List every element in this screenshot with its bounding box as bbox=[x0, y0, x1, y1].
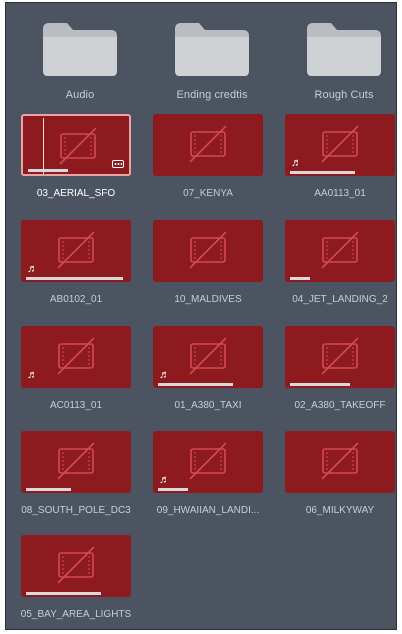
music-note-icon: ♬ bbox=[291, 157, 302, 169]
film-offline-icon bbox=[57, 442, 95, 480]
progress-bar bbox=[290, 277, 390, 280]
clip-label: 09_HWAIIAN_LANDI... bbox=[156, 505, 260, 516]
progress-bar bbox=[26, 592, 126, 595]
clip-item-09-hwaiian-landi[interactable]: ♬ 09_HWAIIAN_LANDI... bbox=[151, 431, 269, 521]
progress-bar bbox=[290, 383, 390, 386]
clip-item-06-milkyway[interactable]: 06_MILKYWAY bbox=[283, 431, 396, 521]
clip-item-03-aerial-sfo[interactable]: 03_AERIAL_SFO bbox=[19, 114, 137, 204]
clip-label: 01_A380_TAXI bbox=[174, 400, 242, 411]
progress-fill bbox=[26, 488, 71, 491]
clip-label: 07_KENYA bbox=[183, 188, 233, 199]
clip-label: AA0113_01 bbox=[314, 188, 366, 199]
folder-ending-credits[interactable]: Ending credtis bbox=[153, 11, 271, 101]
clip-thumbnail[interactable]: ♬ bbox=[285, 114, 395, 176]
progress-fill bbox=[158, 383, 233, 386]
clip-thumbnail[interactable] bbox=[21, 431, 131, 493]
clip-thumbnail[interactable] bbox=[285, 431, 395, 493]
progress-bar bbox=[26, 488, 126, 491]
film-offline-icon bbox=[321, 442, 359, 480]
progress-fill bbox=[26, 277, 123, 280]
clip-item-ab0102-01[interactable]: ♬ AB0102_01 bbox=[19, 220, 137, 310]
playhead-line[interactable] bbox=[43, 118, 44, 174]
film-offline-icon bbox=[189, 125, 227, 163]
clip-label: 03_AERIAL_SFO bbox=[36, 188, 116, 199]
clip-label: AC0113_01 bbox=[49, 400, 103, 411]
clip-label: 04_JET_LANDING_2 bbox=[292, 294, 388, 305]
film-offline-icon bbox=[321, 231, 359, 269]
clip-thumbnail[interactable]: ♬ bbox=[153, 431, 263, 493]
clip-thumbnail[interactable]: ♬ bbox=[21, 326, 131, 388]
clip-item-10-maldives[interactable]: 10_MALDIVES bbox=[151, 220, 269, 310]
clip-thumbnail[interactable] bbox=[21, 114, 131, 176]
folder-label: Ending credtis bbox=[176, 89, 248, 101]
clip-label: 06_MILKYWAY bbox=[305, 505, 375, 516]
music-note-icon: ♬ bbox=[159, 474, 170, 486]
progress-fill bbox=[290, 277, 310, 280]
clip-item-08-south-pole-dc3[interactable]: 08_SOUTH_POLE_DC3 bbox=[19, 431, 137, 521]
progress-fill bbox=[290, 383, 350, 386]
clip-thumbnail[interactable] bbox=[21, 535, 131, 597]
folder-label: Audio bbox=[65, 89, 95, 101]
film-offline-icon bbox=[57, 337, 95, 375]
clip-item-02-a380-takeoff[interactable]: 02_A380_TAKEOFF bbox=[283, 326, 396, 416]
folder-icon bbox=[43, 23, 117, 76]
progress-bar bbox=[290, 171, 390, 174]
film-offline-icon bbox=[189, 442, 227, 480]
media-pool-panel: Audio Ending credtis Rough Cuts 03_AERIA… bbox=[5, 2, 397, 630]
folder-icon bbox=[175, 23, 249, 76]
clip-thumbnail[interactable] bbox=[285, 326, 395, 388]
clip-thumbnail[interactable] bbox=[285, 220, 395, 282]
clip-label: 02_A380_TAKEOFF bbox=[294, 400, 386, 411]
clip-item-04-jet-landing-2[interactable]: 04_JET_LANDING_2 bbox=[283, 220, 396, 310]
clip-label: AB0102_01 bbox=[49, 294, 103, 305]
progress-fill bbox=[290, 171, 355, 174]
progress-bar bbox=[158, 488, 258, 491]
folder-rough-cuts[interactable]: Rough Cuts bbox=[285, 11, 396, 101]
clip-item-01-a380-taxi[interactable]: ♬ 01_A380_TAXI bbox=[151, 326, 269, 416]
progress-fill bbox=[26, 592, 101, 595]
folder-icon bbox=[307, 23, 381, 76]
clip-item-07-kenya[interactable]: 07_KENYA bbox=[151, 114, 269, 204]
music-note-icon: ♬ bbox=[159, 369, 170, 381]
clip-thumbnail[interactable] bbox=[153, 114, 263, 176]
film-offline-icon bbox=[189, 231, 227, 269]
clip-item-aa0113-01[interactable]: ♬ AA0113_01 bbox=[283, 114, 396, 204]
clip-thumbnail[interactable]: ♬ bbox=[21, 220, 131, 282]
film-offline-icon bbox=[321, 337, 359, 375]
progress-bar bbox=[158, 383, 258, 386]
clip-thumbnail[interactable]: ♬ bbox=[153, 326, 263, 388]
music-note-icon: ♬ bbox=[27, 263, 38, 275]
music-note-icon: ♬ bbox=[27, 369, 38, 381]
film-offline-icon bbox=[189, 337, 227, 375]
film-offline-icon bbox=[59, 127, 97, 165]
film-offline-icon bbox=[321, 125, 359, 163]
clip-thumbnail[interactable] bbox=[153, 220, 263, 282]
clip-label: 08_SOUTH_POLE_DC3 bbox=[21, 505, 131, 516]
folder-audio[interactable]: Audio bbox=[21, 11, 139, 101]
more-options-icon[interactable] bbox=[112, 160, 124, 168]
clip-item-05-bay-area-lights[interactable]: 05_BAY_AREA_LIGHTS bbox=[19, 535, 137, 625]
clip-label: 10_MALDIVES bbox=[174, 294, 242, 305]
film-offline-icon bbox=[57, 231, 95, 269]
film-offline-icon bbox=[57, 546, 95, 584]
progress-fill bbox=[28, 169, 68, 172]
progress-bar bbox=[26, 277, 126, 280]
progress-fill bbox=[158, 488, 188, 491]
clip-item-ac0113-01[interactable]: ♬ AC0113_01 bbox=[19, 326, 137, 416]
folder-label: Rough Cuts bbox=[314, 89, 374, 101]
clip-label: 05_BAY_AREA_LIGHTS bbox=[20, 609, 132, 620]
